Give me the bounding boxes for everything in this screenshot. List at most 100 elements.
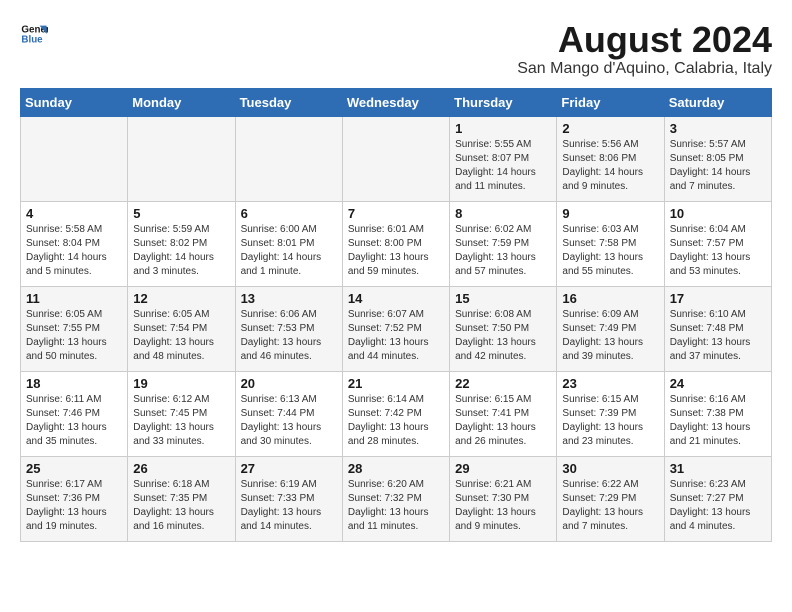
calendar-cell: 26 Sunrise: 6:18 AMSunset: 7:35 PMDayligh… — [128, 456, 235, 541]
day-number: 29 — [455, 461, 551, 476]
calendar-cell — [342, 116, 449, 201]
day-info: Sunrise: 6:23 AMSunset: 7:27 PMDaylight:… — [670, 478, 766, 534]
calendar-cell: 12 Sunrise: 6:05 AMSunset: 7:54 PMDayligh… — [128, 286, 235, 371]
calendar-cell: 27 Sunrise: 6:19 AMSunset: 7:33 PMDayligh… — [235, 456, 342, 541]
calendar-cell: 28 Sunrise: 6:20 AMSunset: 7:32 PMDayligh… — [342, 456, 449, 541]
day-number: 8 — [455, 206, 551, 221]
day-info: Sunrise: 6:00 AMSunset: 8:01 PMDaylight:… — [241, 223, 337, 279]
logo: General Blue — [20, 20, 48, 48]
day-info: Sunrise: 6:01 AMSunset: 8:00 PMDaylight:… — [348, 223, 444, 279]
day-info: Sunrise: 6:17 AMSunset: 7:36 PMDaylight:… — [26, 478, 122, 534]
day-info: Sunrise: 6:15 AMSunset: 7:41 PMDaylight:… — [455, 393, 551, 449]
calendar-cell: 19 Sunrise: 6:12 AMSunset: 7:45 PMDayligh… — [128, 371, 235, 456]
day-number: 4 — [26, 206, 122, 221]
day-info: Sunrise: 6:04 AMSunset: 7:57 PMDaylight:… — [670, 223, 766, 279]
day-info: Sunrise: 6:13 AMSunset: 7:44 PMDaylight:… — [241, 393, 337, 449]
day-number: 12 — [133, 291, 229, 306]
day-info: Sunrise: 6:18 AMSunset: 7:35 PMDaylight:… — [133, 478, 229, 534]
calendar-cell: 31 Sunrise: 6:23 AMSunset: 7:27 PMDayligh… — [664, 456, 771, 541]
calendar-cell — [128, 116, 235, 201]
day-info: Sunrise: 6:22 AMSunset: 7:29 PMDaylight:… — [562, 478, 658, 534]
calendar-cell — [21, 116, 128, 201]
calendar-cell: 13Sunrise: 6:06 AMSunset: 7:53 PMDayligh… — [235, 286, 342, 371]
day-info: Sunrise: 5:57 AMSunset: 8:05 PMDaylight:… — [670, 138, 766, 194]
day-number: 16 — [562, 291, 658, 306]
day-number: 15 — [455, 291, 551, 306]
calendar-cell: 24 Sunrise: 6:16 AMSunset: 7:38 PMDayligh… — [664, 371, 771, 456]
day-number: 21 — [348, 376, 444, 391]
calendar-cell: 14Sunrise: 6:07 AMSunset: 7:52 PMDayligh… — [342, 286, 449, 371]
calendar-cell: 22Sunrise: 6:15 AMSunset: 7:41 PMDayligh… — [450, 371, 557, 456]
svg-text:Blue: Blue — [21, 34, 43, 45]
day-info: Sunrise: 6:15 AMSunset: 7:39 PMDaylight:… — [562, 393, 658, 449]
day-number: 5 — [133, 206, 229, 221]
day-info: Sunrise: 6:14 AMSunset: 7:42 PMDaylight:… — [348, 393, 444, 449]
header: General Blue August 2024 San Mango d'Aqu… — [20, 20, 772, 78]
day-info: Sunrise: 5:58 AMSunset: 8:04 PMDaylight:… — [26, 223, 122, 279]
week-row-4: 18Sunrise: 6:11 AMSunset: 7:46 PMDayligh… — [21, 371, 772, 456]
week-row-5: 25 Sunrise: 6:17 AMSunset: 7:36 PMDayligh… — [21, 456, 772, 541]
calendar-cell: 20Sunrise: 6:13 AMSunset: 7:44 PMDayligh… — [235, 371, 342, 456]
day-number: 31 — [670, 461, 766, 476]
calendar-cell: 21 Sunrise: 6:14 AMSunset: 7:42 PMDayligh… — [342, 371, 449, 456]
day-info: Sunrise: 6:19 AMSunset: 7:33 PMDaylight:… — [241, 478, 337, 534]
day-number: 30 — [562, 461, 658, 476]
day-info: Sunrise: 6:10 AMSunset: 7:48 PMDaylight:… — [670, 308, 766, 364]
calendar-cell: 30 Sunrise: 6:22 AMSunset: 7:29 PMDayligh… — [557, 456, 664, 541]
logo-icon: General Blue — [20, 20, 48, 48]
calendar-cell: 6 Sunrise: 6:00 AMSunset: 8:01 PMDaylight… — [235, 201, 342, 286]
day-number: 11 — [26, 291, 122, 306]
day-header-thursday: Thursday — [450, 88, 557, 116]
day-info: Sunrise: 6:05 AMSunset: 7:54 PMDaylight:… — [133, 308, 229, 364]
title-area: August 2024 San Mango d'Aquino, Calabria… — [517, 20, 772, 78]
day-number: 19 — [133, 376, 229, 391]
day-info: Sunrise: 5:55 AMSunset: 8:07 PMDaylight:… — [455, 138, 551, 194]
calendar-cell: 1Sunrise: 5:55 AMSunset: 8:07 PMDaylight… — [450, 116, 557, 201]
day-header-tuesday: Tuesday — [235, 88, 342, 116]
calendar-cell: 11 Sunrise: 6:05 AMSunset: 7:55 PMDayligh… — [21, 286, 128, 371]
calendar-cell: 7Sunrise: 6:01 AMSunset: 8:00 PMDaylight… — [342, 201, 449, 286]
day-number: 13 — [241, 291, 337, 306]
day-info: Sunrise: 5:59 AMSunset: 8:02 PMDaylight:… — [133, 223, 229, 279]
day-info: Sunrise: 6:09 AMSunset: 7:49 PMDaylight:… — [562, 308, 658, 364]
calendar-cell: 15 Sunrise: 6:08 AMSunset: 7:50 PMDayligh… — [450, 286, 557, 371]
day-info: Sunrise: 6:12 AMSunset: 7:45 PMDaylight:… — [133, 393, 229, 449]
calendar-cell: 3 Sunrise: 5:57 AMSunset: 8:05 PMDaylight… — [664, 116, 771, 201]
calendar-cell: 18Sunrise: 6:11 AMSunset: 7:46 PMDayligh… — [21, 371, 128, 456]
day-info: Sunrise: 6:02 AMSunset: 7:59 PMDaylight:… — [455, 223, 551, 279]
day-number: 9 — [562, 206, 658, 221]
day-number: 6 — [241, 206, 337, 221]
calendar-cell: 5 Sunrise: 5:59 AMSunset: 8:02 PMDaylight… — [128, 201, 235, 286]
calendar-cell: 2Sunrise: 5:56 AMSunset: 8:06 PMDaylight… — [557, 116, 664, 201]
calendar-cell: 8 Sunrise: 6:02 AMSunset: 7:59 PMDaylight… — [450, 201, 557, 286]
calendar-cell: 29 Sunrise: 6:21 AMSunset: 7:30 PMDayligh… — [450, 456, 557, 541]
day-number: 26 — [133, 461, 229, 476]
day-header-monday: Monday — [128, 88, 235, 116]
calendar-table: SundayMondayTuesdayWednesdayThursdayFrid… — [20, 88, 772, 542]
day-info: Sunrise: 6:16 AMSunset: 7:38 PMDaylight:… — [670, 393, 766, 449]
calendar-cell: 4 Sunrise: 5:58 AMSunset: 8:04 PMDaylight… — [21, 201, 128, 286]
days-header-row: SundayMondayTuesdayWednesdayThursdayFrid… — [21, 88, 772, 116]
week-row-1: 1Sunrise: 5:55 AMSunset: 8:07 PMDaylight… — [21, 116, 772, 201]
day-info: Sunrise: 6:21 AMSunset: 7:30 PMDaylight:… — [455, 478, 551, 534]
day-info: Sunrise: 5:56 AMSunset: 8:06 PMDaylight:… — [562, 138, 658, 194]
day-header-wednesday: Wednesday — [342, 88, 449, 116]
day-number: 3 — [670, 121, 766, 136]
calendar-cell: 9Sunrise: 6:03 AMSunset: 7:58 PMDaylight… — [557, 201, 664, 286]
calendar-cell: 23Sunrise: 6:15 AMSunset: 7:39 PMDayligh… — [557, 371, 664, 456]
calendar-subtitle: San Mango d'Aquino, Calabria, Italy — [517, 60, 772, 78]
day-info: Sunrise: 6:11 AMSunset: 7:46 PMDaylight:… — [26, 393, 122, 449]
calendar-title: August 2024 — [517, 20, 772, 60]
day-number: 24 — [670, 376, 766, 391]
day-info: Sunrise: 6:07 AMSunset: 7:52 PMDaylight:… — [348, 308, 444, 364]
day-number: 28 — [348, 461, 444, 476]
week-row-3: 11 Sunrise: 6:05 AMSunset: 7:55 PMDayligh… — [21, 286, 772, 371]
day-info: Sunrise: 6:20 AMSunset: 7:32 PMDaylight:… — [348, 478, 444, 534]
calendar-cell: 10Sunrise: 6:04 AMSunset: 7:57 PMDayligh… — [664, 201, 771, 286]
day-number: 25 — [26, 461, 122, 476]
day-header-sunday: Sunday — [21, 88, 128, 116]
day-info: Sunrise: 6:05 AMSunset: 7:55 PMDaylight:… — [26, 308, 122, 364]
calendar-cell: 25 Sunrise: 6:17 AMSunset: 7:36 PMDayligh… — [21, 456, 128, 541]
day-info: Sunrise: 6:08 AMSunset: 7:50 PMDaylight:… — [455, 308, 551, 364]
day-number: 27 — [241, 461, 337, 476]
